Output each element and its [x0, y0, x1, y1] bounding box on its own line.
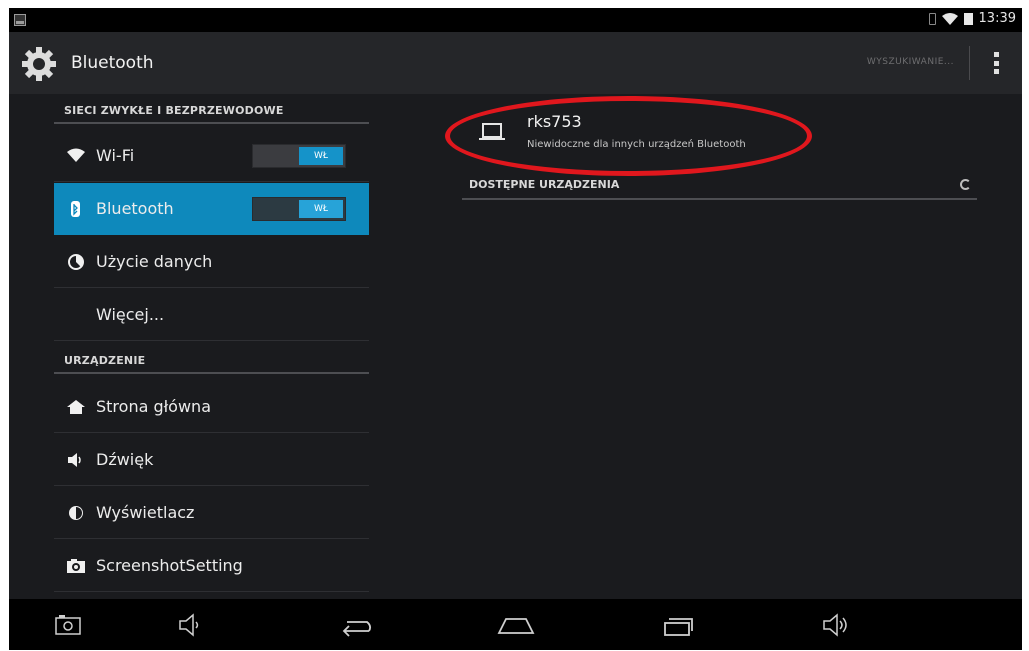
screenshot-icon[interactable] [54, 613, 84, 637]
home-button-icon[interactable] [496, 613, 536, 637]
sound-icon [68, 453, 81, 467]
volume-down-icon[interactable] [177, 613, 207, 637]
scanning-spinner-icon [960, 179, 971, 190]
recents-icon[interactable] [661, 613, 695, 637]
clock: 13:39 [978, 11, 1016, 26]
sidebar-item-label: Użycie danych [96, 252, 213, 271]
data-usage-icon [68, 254, 84, 270]
sidebar-item-wifi[interactable]: Wi-Fi WŁ [54, 130, 369, 182]
section-header-networks: SIECI ZWYKŁE I BEZPRZEWODOWE [54, 94, 369, 124]
sidebar-item-label: Wi-Fi [96, 146, 135, 165]
sidebar-item-label: Strona główna [96, 397, 211, 416]
battery-icon [963, 12, 973, 25]
sidebar-item-data-usage[interactable]: Użycie danych [54, 236, 369, 288]
toggle-state: WŁ [299, 200, 343, 218]
settings-sidebar: SIECI ZWYKŁE I BEZPRZEWODOWE Wi-Fi WŁ Bl… [54, 94, 369, 599]
home-icon [67, 400, 85, 414]
overflow-menu-icon[interactable] [994, 52, 1000, 74]
toggle-state: WŁ [299, 147, 343, 165]
vibrate-icon [928, 12, 936, 25]
status-bar: 13:39 [9, 8, 1022, 32]
action-divider [969, 46, 970, 80]
highlight-annotation [445, 96, 812, 176]
navigation-bar [9, 599, 1022, 650]
sidebar-item-label: Więcej... [96, 305, 165, 324]
sidebar-item-bluetooth[interactable]: Bluetooth WŁ [54, 183, 369, 235]
sidebar-item-display[interactable]: Wyświetlacz [54, 487, 369, 539]
sidebar-item-more[interactable]: Więcej... [54, 289, 369, 341]
volume-up-icon[interactable] [821, 613, 853, 637]
settings-gear-icon[interactable] [21, 46, 57, 82]
wifi-icon [67, 148, 85, 162]
sidebar-item-screenshot-setting[interactable]: ScreenshotSetting [54, 540, 369, 592]
bluetooth-icon [71, 201, 80, 217]
back-icon[interactable] [339, 613, 373, 637]
sidebar-item-label: ScreenshotSetting [96, 556, 243, 575]
sidebar-item-label: Bluetooth [96, 199, 174, 218]
display-icon [69, 506, 83, 520]
sidebar-item-label: Wyświetlacz [96, 503, 195, 522]
available-devices-header: DOSTĘPNE URZĄDZENIA [462, 176, 977, 200]
gallery-notification-icon [14, 14, 26, 26]
sidebar-item-home[interactable]: Strona główna [54, 381, 369, 433]
page-title: Bluetooth [71, 53, 154, 73]
wifi-toggle[interactable]: WŁ [252, 144, 346, 168]
camera-icon [67, 559, 85, 573]
search-devices-button[interactable]: WYSZUKIWANIE... [867, 57, 954, 67]
section-header-device: URZĄDZENIE [54, 344, 369, 374]
sidebar-item-label: Dźwięk [96, 450, 154, 469]
tablet-screen: 13:39 Bluetooth WYSZUKIWANIE... SIECI ZW… [9, 8, 1022, 650]
sidebar-item-sound[interactable]: Dźwięk [54, 434, 369, 486]
bluetooth-toggle[interactable]: WŁ [252, 197, 346, 221]
wifi-signal-icon [941, 12, 958, 25]
action-bar: Bluetooth WYSZUKIWANIE... [9, 32, 1022, 94]
